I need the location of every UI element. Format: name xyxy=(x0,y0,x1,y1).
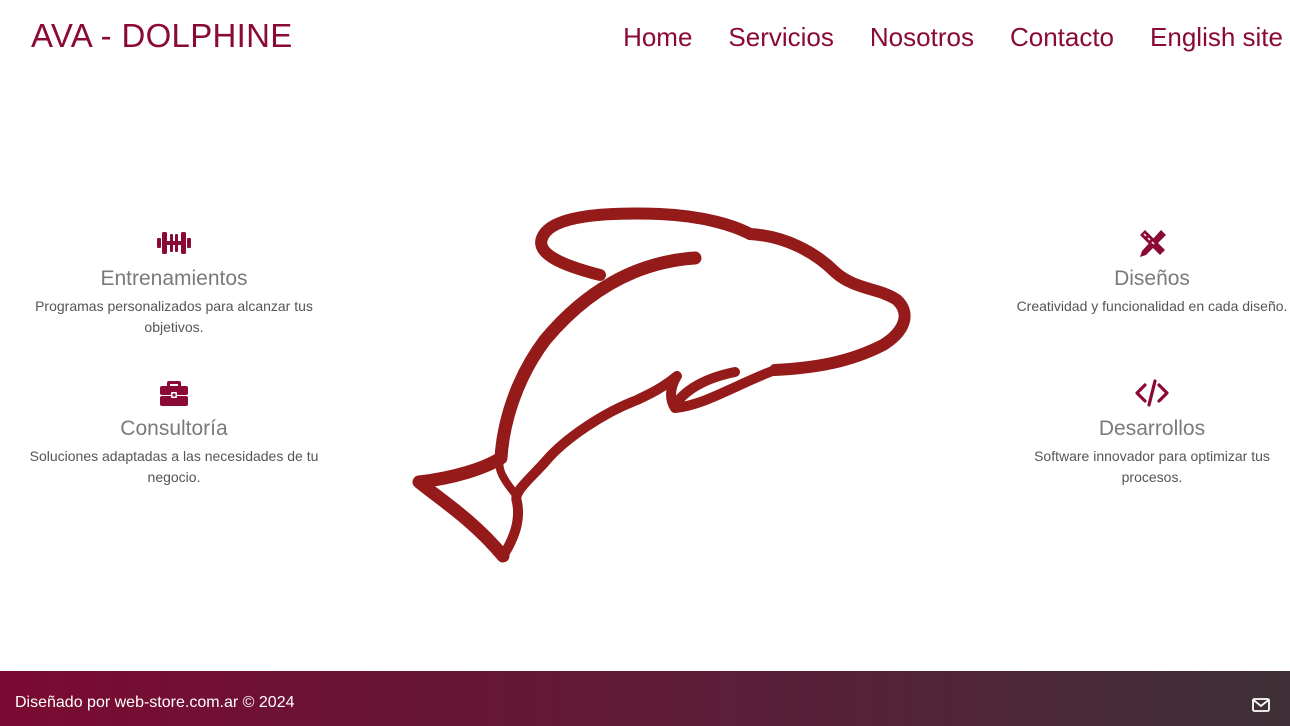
footer-copyright: Diseñado por web-store.com.ar © 2024 xyxy=(15,694,295,711)
site-logo-text[interactable]: AVA - DOLPHINE xyxy=(31,17,293,55)
nav-home[interactable]: Home xyxy=(623,22,692,53)
service-description: Programas personalizados para alcanzar t… xyxy=(35,298,313,335)
service-title: Entrenamientos xyxy=(100,267,248,290)
site-footer: Diseñado por web-store.com.ar © 2024 xyxy=(0,671,1290,726)
nav-about[interactable]: Nosotros xyxy=(870,22,974,53)
service-design: Diseños Creatividad y funcionalidad en c… xyxy=(1002,227,1290,317)
service-development: Desarrollos Software innovador para opti… xyxy=(1002,377,1290,488)
nav-contact[interactable]: Contacto xyxy=(1010,22,1114,53)
code-icon xyxy=(1135,379,1169,407)
briefcase-icon xyxy=(160,381,188,406)
dumbbell-icon xyxy=(157,232,191,254)
site-header: AVA - DOLPHINE Home Servicios Nosotros C… xyxy=(0,0,1290,80)
service-consulting: Consultoría Soluciones adaptadas a las n… xyxy=(24,377,324,488)
service-description: Creatividad y funcionalidad en cada dise… xyxy=(1016,298,1288,314)
pencil-ruler-icon xyxy=(1140,230,1166,257)
envelope-icon[interactable] xyxy=(1252,698,1270,712)
dolphin-logo-image xyxy=(412,207,911,563)
service-title: Consultoría xyxy=(120,417,228,440)
main-nav: Home Servicios Nosotros Contacto English… xyxy=(623,22,1283,53)
service-description: Software innovador para optimizar tus pr… xyxy=(1034,448,1270,485)
page: AVA - DOLPHINE Home Servicios Nosotros C… xyxy=(0,0,1290,726)
service-title: Desarrollos xyxy=(1098,417,1206,440)
service-title: Diseños xyxy=(1114,267,1190,290)
nav-services[interactable]: Servicios xyxy=(728,22,833,53)
service-description: Soluciones adaptadas a las necesidades d… xyxy=(29,448,319,485)
nav-english-site[interactable]: English site xyxy=(1150,22,1283,53)
service-training: Entrenamientos Programas personalizados … xyxy=(24,227,324,338)
